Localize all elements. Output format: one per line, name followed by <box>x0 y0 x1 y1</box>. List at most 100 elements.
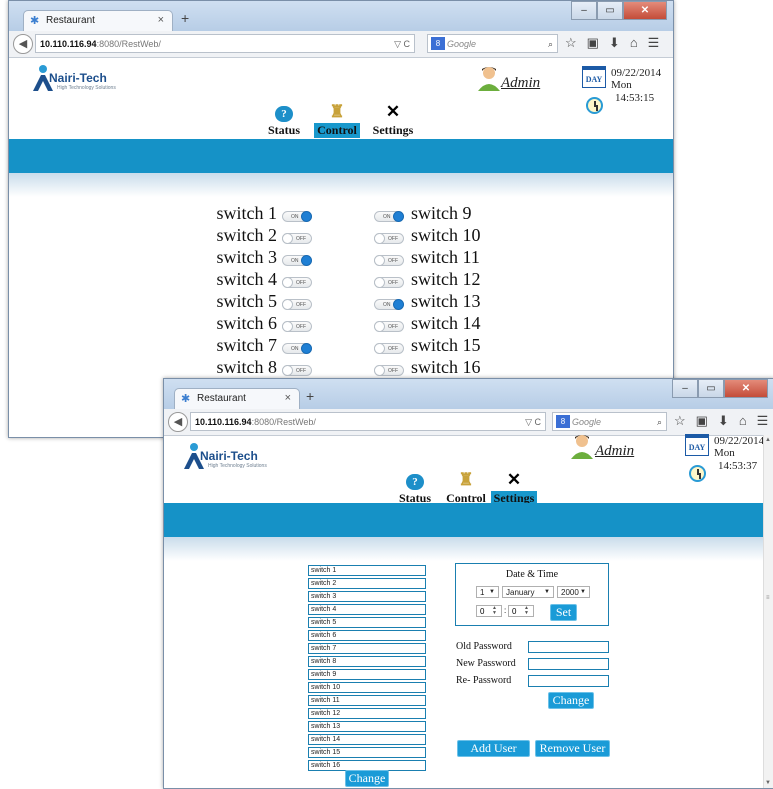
menu-control[interactable]: ♜ Control <box>440 469 492 506</box>
logo-name: Nairi-Tech <box>49 71 107 85</box>
toggle-state-text: OFF <box>388 236 398 242</box>
stepper-arrows-icon[interactable]: ▲ ▼ <box>524 606 532 616</box>
menu-control[interactable]: ♜ Control <box>311 101 363 138</box>
vertical-scrollbar[interactable]: ▲ ≡ ▼ <box>763 435 773 788</box>
switch-name-input[interactable]: switch 8 <box>308 656 426 667</box>
switch-toggle[interactable]: OFF <box>282 299 312 310</box>
admin-link[interactable]: Admin <box>501 75 540 92</box>
url-path: :8080/RestWeb/ <box>251 417 316 427</box>
search-icon[interactable]: ⌕ <box>548 35 553 54</box>
menu-settings[interactable]: ✕ Settings <box>365 101 421 138</box>
maximize-icon[interactable]: ▭ <box>698 379 724 398</box>
scroll-up-icon[interactable]: ▲ <box>765 437 771 443</box>
toggle-state-text: OFF <box>296 302 306 308</box>
new-password-field[interactable] <box>528 658 609 670</box>
switch-toggle[interactable]: ON <box>282 211 312 222</box>
status-icon: ? <box>259 101 309 123</box>
switch-label: switch 1 <box>216 203 278 223</box>
minimize-icon[interactable]: – <box>672 379 698 398</box>
reload-icon[interactable]: ▽ C <box>394 35 410 54</box>
switch-name-input[interactable]: switch 6 <box>308 630 426 641</box>
re-password-field[interactable] <box>528 675 609 687</box>
stepper-arrows-icon[interactable]: ▲ ▼ <box>492 606 500 616</box>
old-password-field[interactable] <box>528 641 609 653</box>
change-password-button[interactable]: Change <box>548 692 594 709</box>
day-select[interactable]: 1 ▼ <box>476 586 499 598</box>
calendar-icon: DAY <box>582 66 606 88</box>
old-password-label: Old Password <box>456 641 512 652</box>
navigation-bar: ◀ 10.110.116.94:8080/RestWeb/ ▽ C 8 Googl… <box>164 409 773 436</box>
set-datetime-button[interactable]: Set <box>550 604 577 621</box>
admin-link[interactable]: Admin <box>595 443 634 460</box>
switch-toggle[interactable]: OFF <box>374 365 404 376</box>
browser-tab[interactable]: ✱ Restaurant × <box>23 10 173 32</box>
switch-name-input[interactable]: switch 7 <box>308 643 426 654</box>
switch-toggle[interactable]: OFF <box>374 255 404 266</box>
toolbar-icons[interactable]: ☆▣⬇⌂☰ <box>674 413 773 429</box>
address-bar[interactable]: 10.110.116.94:8080/RestWeb/ ▽ C <box>190 412 546 431</box>
search-bar[interactable]: 8 Google ⌕ <box>552 412 667 431</box>
hour-value: 0 <box>480 607 485 616</box>
toggle-state-text: ON <box>291 258 299 264</box>
tab-close-icon[interactable]: × <box>158 14 164 26</box>
close-window-icon[interactable]: ✕ <box>623 1 667 20</box>
switch-name-input[interactable]: switch 14 <box>308 734 426 745</box>
close-window-icon[interactable]: ✕ <box>724 379 768 398</box>
new-tab-button[interactable]: + <box>306 388 314 404</box>
switch-name-input[interactable]: switch 12 <box>308 708 426 719</box>
switch-name-input[interactable]: switch 1 <box>308 565 426 576</box>
minute-stepper[interactable]: 0 ▲ ▼ <box>508 605 534 617</box>
switch-name-input[interactable]: switch 3 <box>308 591 426 602</box>
add-user-button[interactable]: Add User <box>457 740 530 757</box>
switch-toggle[interactable]: OFF <box>282 365 312 376</box>
switch-label: switch 5 <box>216 291 278 311</box>
switch-toggle[interactable]: ON <box>282 343 312 354</box>
back-icon[interactable]: ◀ <box>168 412 188 432</box>
maximize-icon[interactable]: ▭ <box>597 1 623 20</box>
toolbar-icons[interactable]: ☆▣⬇⌂☰ <box>565 35 669 51</box>
toggle-state-text: OFF <box>296 236 306 242</box>
switch-toggle[interactable]: ON <box>282 255 312 266</box>
back-icon[interactable]: ◀ <box>13 34 33 54</box>
switch-toggle[interactable]: OFF <box>374 343 404 354</box>
menu-status[interactable]: ? Status <box>390 469 440 506</box>
switch-toggle[interactable]: OFF <box>374 277 404 288</box>
toggle-knob-icon <box>393 299 404 310</box>
switch-toggle[interactable]: OFF <box>282 233 312 244</box>
switch-name-input[interactable]: switch 15 <box>308 747 426 758</box>
tab-close-icon[interactable]: × <box>285 392 291 404</box>
search-bar[interactable]: 8 Google ⌕ <box>427 34 558 53</box>
banner-shade <box>164 537 773 561</box>
new-tab-button[interactable]: + <box>181 10 189 26</box>
minimize-icon[interactable]: – <box>571 1 597 20</box>
switch-toggle[interactable]: ON <box>374 211 404 222</box>
switch-name-input[interactable]: switch 4 <box>308 604 426 615</box>
switch-toggle[interactable]: OFF <box>374 321 404 332</box>
switch-name-input[interactable]: switch 10 <box>308 682 426 693</box>
menu-status[interactable]: ? Status <box>259 101 309 138</box>
switch-name-input[interactable]: switch 2 <box>308 578 426 589</box>
scroll-down-icon[interactable]: ▼ <box>765 780 771 786</box>
remove-user-button[interactable]: Remove User <box>535 740 610 757</box>
switch-name-input[interactable]: switch 11 <box>308 695 426 706</box>
year-select[interactable]: 2000 ▼ <box>557 586 590 598</box>
change-names-button[interactable]: Change <box>345 770 389 787</box>
scroll-grip-icon[interactable]: ≡ <box>766 595 770 601</box>
switch-toggle[interactable]: OFF <box>374 233 404 244</box>
switch-toggle[interactable]: OFF <box>282 321 312 332</box>
hour-stepper[interactable]: 0 ▲ ▼ <box>476 605 502 617</box>
search-icon[interactable]: ⌕ <box>657 413 662 432</box>
switch-name-input[interactable]: switch 5 <box>308 617 426 628</box>
toggle-knob-icon <box>282 299 293 310</box>
window-controls: – ▭ ✕ <box>672 379 768 398</box>
switch-toggle[interactable]: ON <box>374 299 404 310</box>
address-bar[interactable]: 10.110.116.94:8080/RestWeb/ ▽ C <box>35 34 415 53</box>
switch-toggle[interactable]: OFF <box>282 277 312 288</box>
switch-name-input[interactable]: switch 9 <box>308 669 426 680</box>
switch-name-input[interactable]: switch 13 <box>308 721 426 732</box>
browser-tab[interactable]: ✱ Restaurant × <box>174 388 300 410</box>
reload-icon[interactable]: ▽ C <box>525 413 541 432</box>
month-select[interactable]: January ▼ <box>502 586 554 598</box>
menu-settings[interactable]: ✕ Settings <box>486 469 542 506</box>
toggle-knob-icon <box>282 277 293 288</box>
